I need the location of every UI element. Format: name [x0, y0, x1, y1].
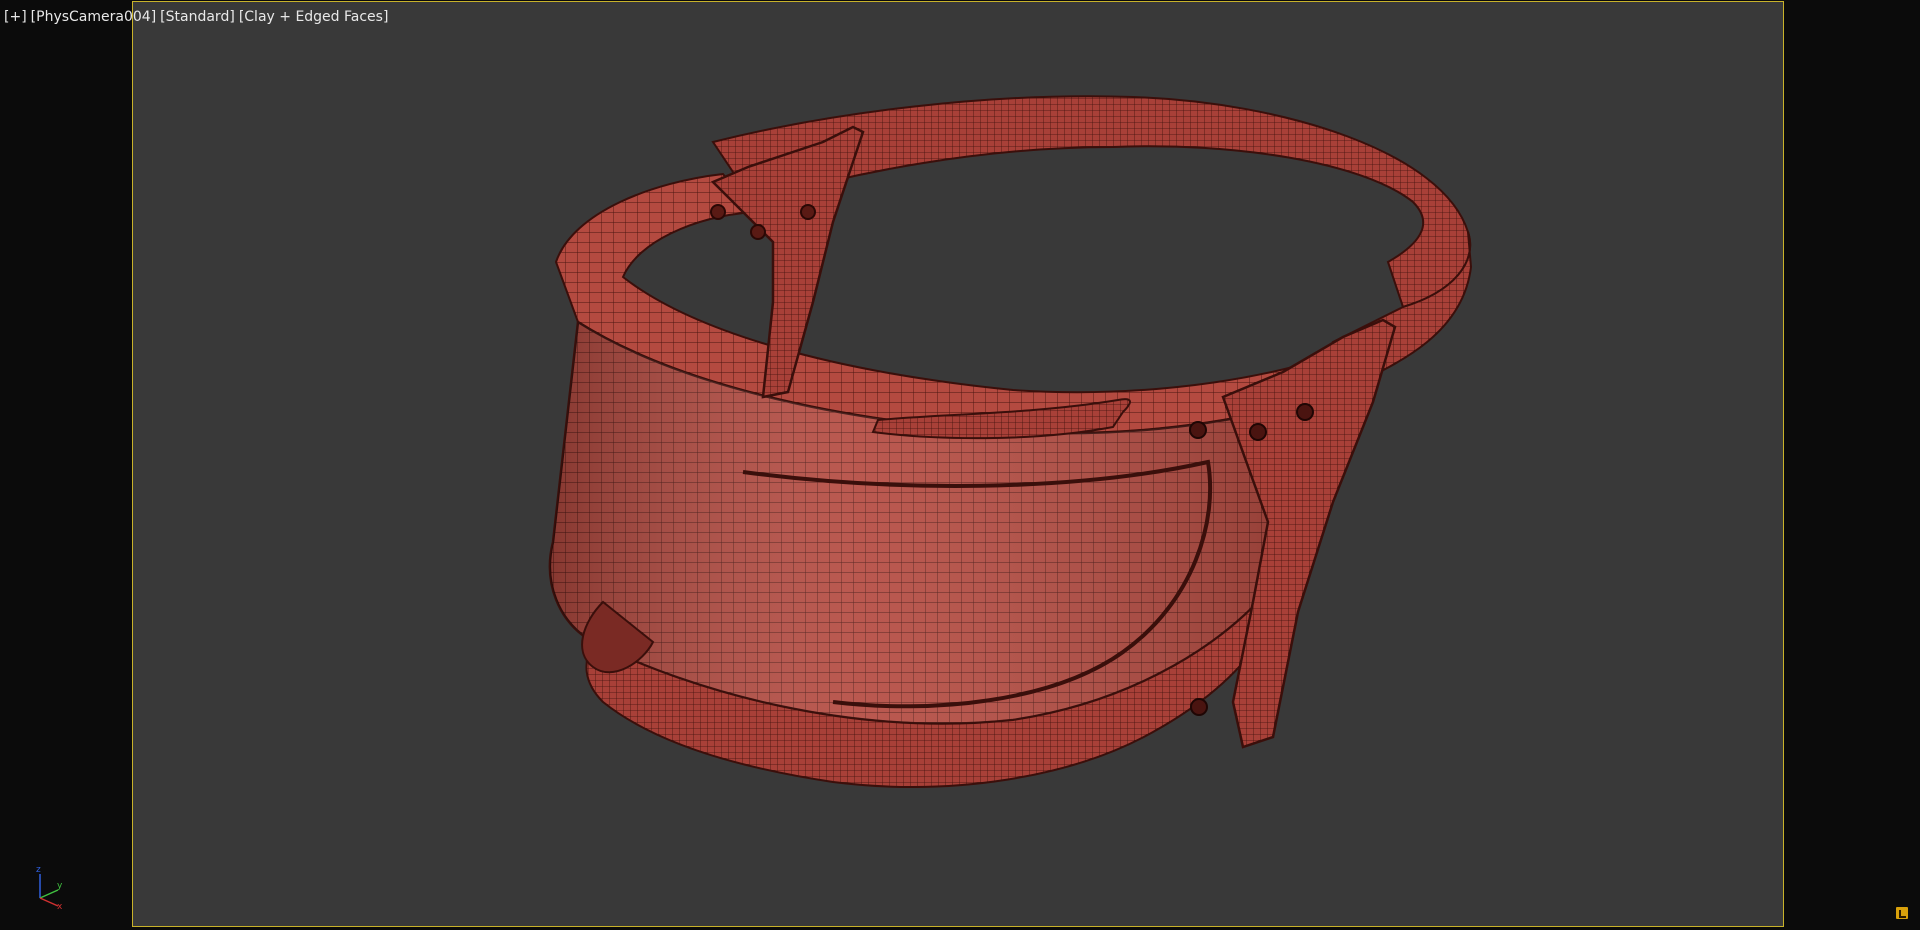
- right-clip-rivet-1: [1189, 421, 1207, 439]
- shading-mode-button[interactable]: [Standard]: [160, 9, 235, 25]
- goggle-model-render[interactable]: [133, 2, 1783, 926]
- camera-menu-button[interactable]: [PhysCamera004]: [31, 9, 157, 25]
- camera-safe-frame[interactable]: [132, 1, 1784, 927]
- right-clip-rivet-3: [1296, 403, 1314, 421]
- viewport-label: [+] [PhysCamera004] [Standard] [Clay + E…: [4, 8, 388, 26]
- right-clip-rivet-2: [1249, 423, 1267, 441]
- left-clip-rivet-3: [800, 204, 816, 220]
- display-mode-button[interactable]: [Clay + Edged Faces]: [239, 9, 389, 25]
- viewport-menu-button[interactable]: [+]: [4, 9, 27, 25]
- viewport-toggle-icon[interactable]: [1896, 907, 1908, 919]
- svg-text:x: x: [57, 902, 63, 910]
- svg-text:z: z: [36, 865, 41, 875]
- left-clip-rivet-1: [710, 204, 726, 220]
- svg-text:y: y: [57, 881, 63, 891]
- axis-tripod-icon: z y x: [36, 865, 63, 910]
- right-clip-rivet-4: [1190, 698, 1208, 716]
- left-clip-rivet-2: [750, 224, 766, 240]
- 3d-viewport-app: [+] [PhysCamera004] [Standard] [Clay + E…: [0, 0, 1920, 930]
